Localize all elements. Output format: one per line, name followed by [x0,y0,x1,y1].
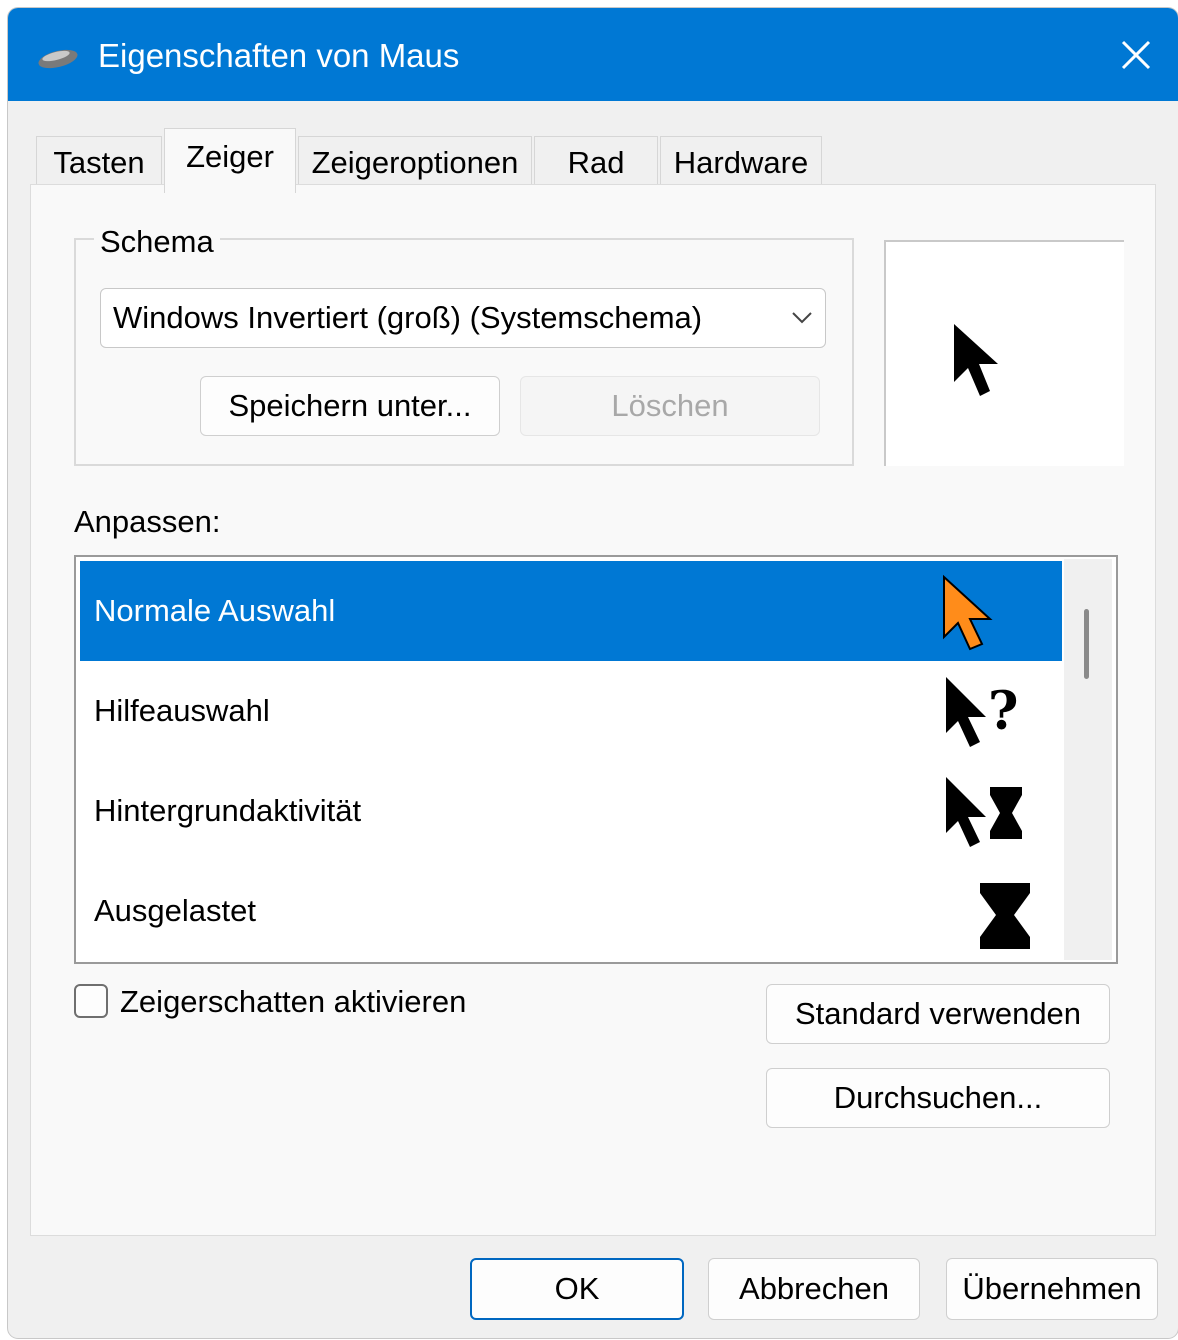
tab-tasten[interactable]: Tasten [36,136,162,189]
browse-button[interactable]: Durchsuchen... [766,1068,1110,1128]
list-scrollbar[interactable] [1064,559,1112,960]
schema-label: Schema [94,222,220,262]
cursor-preview [884,240,1124,466]
close-button[interactable] [1108,30,1164,80]
ok-button[interactable]: OK [470,1258,684,1320]
list-item-label: Hilfeauswahl [94,693,270,728]
delete-button[interactable]: Löschen [520,376,820,436]
customize-label: Anpassen: [74,504,221,539]
save-as-button[interactable]: Speichern unter... [200,376,500,436]
list-item-label: Hintergrundaktivität [94,793,362,828]
list-item-help-select[interactable]: Hilfeauswahl ? [80,661,1062,761]
mouse-properties-dialog: Eigenschaften von Maus Tasten Zeiger Zei… [8,8,1178,1338]
schema-dropdown-value: Windows Invertiert (groß) (Systemschema) [113,300,703,335]
title-bar: Eigenschaften von Maus [8,8,1178,101]
svg-text:?: ? [988,681,1018,742]
close-icon [1108,40,1164,70]
orange-arrow-cursor-icon [940,573,1000,658]
window-title: Eigenschaften von Maus [98,37,460,74]
list-item-normal-select[interactable]: Normale Auswahl [80,561,1062,661]
cancel-button[interactable]: Abbrechen [708,1258,920,1320]
tab-rad[interactable]: Rad [534,136,658,189]
tab-zeigeroptionen[interactable]: Zeigeroptionen [298,136,532,189]
tab-hardware[interactable]: Hardware [660,136,822,189]
pointer-shadow-checkbox[interactable] [74,984,108,1018]
list-item-label: Ausgelastet [94,893,256,928]
working-cursor-icon [940,773,1030,858]
list-item-background-activity[interactable]: Hintergrundaktivität [80,761,1062,861]
list-item-busy[interactable]: Ausgelastet [80,861,1062,961]
chevron-down-icon [791,311,813,330]
schema-dropdown[interactable]: Windows Invertiert (groß) (Systemschema) [100,288,826,348]
list-item-label: Normale Auswahl [94,593,336,628]
mouse-icon [36,48,80,70]
tab-zeiger[interactable]: Zeiger [164,128,296,193]
apply-button[interactable]: Übernehmen [946,1258,1158,1320]
hourglass-icon [940,873,1030,958]
scroll-thumb[interactable] [1084,609,1089,679]
use-default-button[interactable]: Standard verwenden [766,984,1110,1044]
help-cursor-icon: ? [940,673,1030,758]
cursor-list[interactable]: Normale Auswahl Hilfeauswahl ? Hintergru… [74,555,1118,964]
pointer-shadow-label: Zeigerschatten aktivieren [120,984,467,1019]
